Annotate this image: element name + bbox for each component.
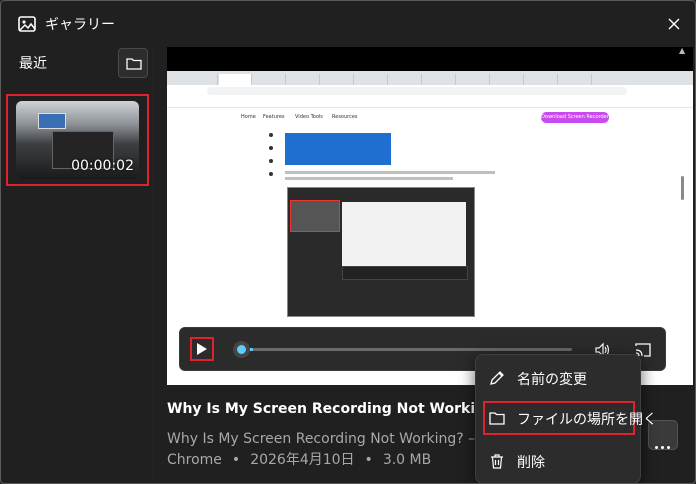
preview-nav-home: Home	[241, 114, 256, 120]
recent-heading: 最近	[19, 56, 47, 72]
window-title: ギャラリー	[45, 17, 115, 33]
play-button[interactable]	[190, 337, 214, 361]
menu-item-delete[interactable]: 削除	[483, 444, 635, 478]
preview-tab	[355, 74, 388, 85]
preview-nav-resources: Resources	[332, 114, 358, 120]
title-bar: ギャラリー	[1, 1, 695, 45]
preview-nav-features: Features	[263, 114, 285, 120]
thumbnail-window-blue	[38, 113, 66, 129]
menu-item-label: 名前の変更	[517, 372, 587, 388]
preview-article-text	[285, 171, 495, 185]
meta-separator: •	[364, 452, 373, 468]
preview-site-nav: Home Features Video Tools Resources Down…	[167, 107, 693, 127]
preview-gallery-screenshot	[287, 187, 475, 317]
gallery-window: ギャラリー 最近 00:00:02 Home Features Video To…	[0, 0, 696, 484]
menu-item-label: 削除	[517, 455, 545, 471]
preview-tab	[321, 74, 354, 85]
thumbnail-duration: 00:00:02	[71, 158, 134, 174]
preview-tab	[253, 74, 286, 85]
preview-download-button: Download Screen Recorder	[541, 112, 609, 123]
context-menu: 名前の変更 ファイルの場所を開く 削除	[475, 354, 657, 483]
close-icon[interactable]	[663, 13, 685, 35]
meta-separator: •	[231, 452, 241, 468]
seek-bar[interactable]	[233, 341, 572, 358]
scroll-up-arrow-icon[interactable]: ▲	[679, 46, 685, 55]
trash-icon	[491, 454, 503, 469]
preview-tab	[389, 74, 422, 85]
seek-handle[interactable]	[233, 341, 250, 358]
preview-tab	[491, 74, 524, 85]
video-source: Chrome	[167, 452, 222, 468]
video-size: 3.0 MB	[382, 452, 432, 468]
preview-tab	[287, 74, 320, 85]
preview-tab	[559, 74, 592, 85]
more-icon	[655, 434, 673, 453]
preview-tab-bar	[167, 71, 693, 85]
recording-thumbnail-image: 00:00:02	[16, 101, 139, 179]
folder-icon	[489, 412, 505, 425]
scrollbar-thumb[interactable]	[681, 176, 684, 200]
recording-thumbnail-selected[interactable]: 00:00:02	[6, 94, 149, 186]
preview-tab	[457, 74, 490, 85]
preview-share-icons	[269, 133, 277, 185]
sidebar-divider	[153, 45, 154, 483]
preview-tab	[185, 74, 218, 85]
preview-nav-video-tools: Video Tools	[295, 114, 323, 120]
menu-item-label: ファイルの場所を開く	[517, 412, 657, 428]
preview-tab	[423, 74, 456, 85]
preview-tab-active	[219, 74, 252, 85]
pencil-icon	[490, 371, 504, 385]
video-subtitle: Why Is My Screen Recording Not Working? …	[167, 431, 512, 447]
preview-tab	[525, 74, 558, 85]
folder-icon	[126, 58, 142, 70]
preview-notification-card	[285, 133, 391, 165]
play-icon	[197, 343, 207, 355]
video-date: 2026年4月10日	[250, 452, 355, 468]
open-folder-button[interactable]	[118, 48, 148, 78]
video-metadata: Chrome • 2026年4月10日 • 3.0 MB	[167, 449, 431, 469]
menu-item-rename[interactable]: 名前の変更	[483, 361, 635, 395]
gallery-app-icon	[18, 16, 36, 32]
menu-item-open-file-location[interactable]: ファイルの場所を開く	[483, 401, 657, 435]
